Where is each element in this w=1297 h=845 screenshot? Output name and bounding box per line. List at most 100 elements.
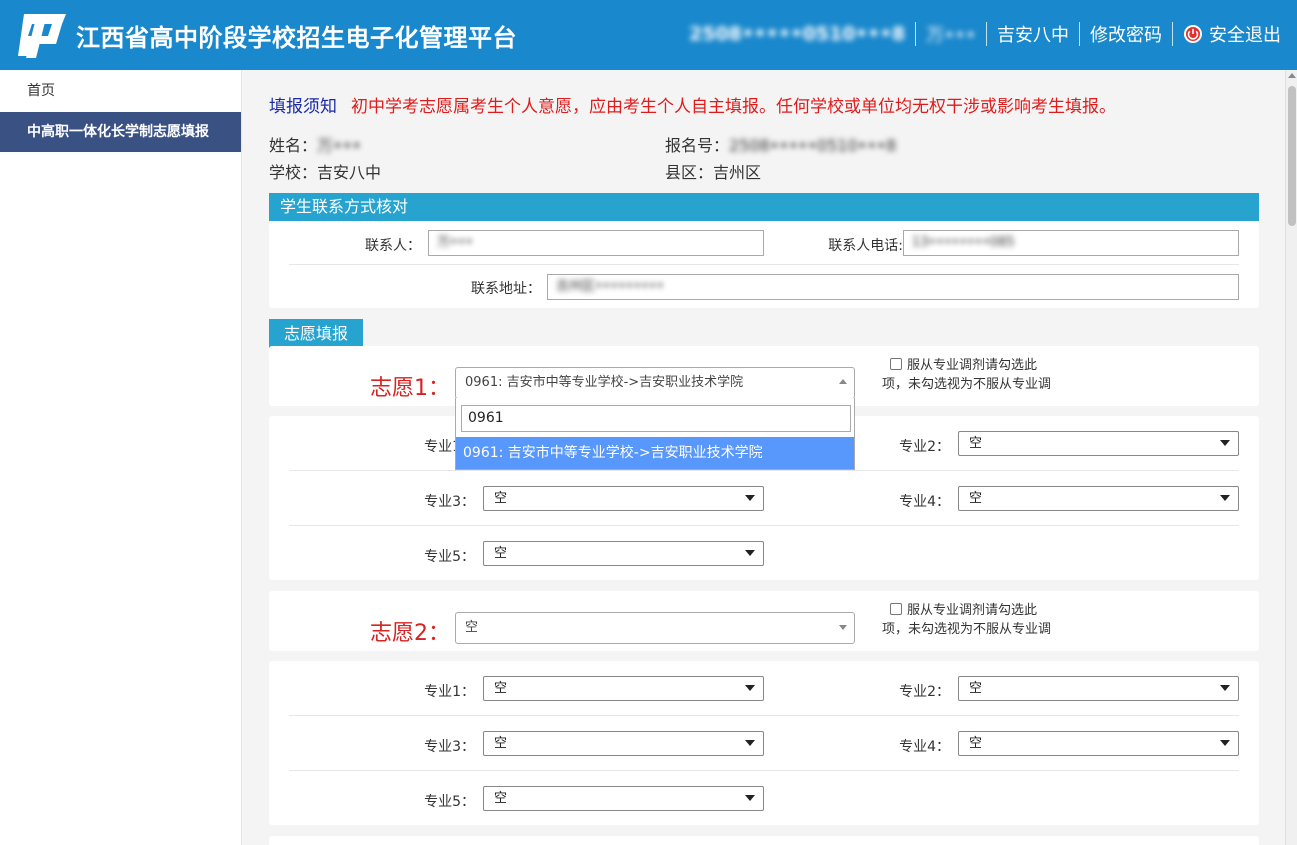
caret-down-icon bbox=[1220, 740, 1230, 746]
choice-2-major-5-label: 专业5： bbox=[424, 794, 475, 810]
caret-down-icon bbox=[745, 495, 755, 501]
choice-1-major-3-value: 空 bbox=[494, 491, 508, 506]
choice-2-major-5-value: 空 bbox=[494, 791, 508, 806]
contact-phone-value: 13••••••••085 bbox=[912, 235, 1015, 250]
choice-2-obey-checkbox[interactable] bbox=[890, 603, 902, 615]
header-user-id: 2508•••••0510•••8 bbox=[689, 23, 906, 45]
row-divider bbox=[289, 525, 1239, 526]
choice-2-major-2-label: 专业2： bbox=[899, 684, 950, 700]
sidebar-item-home[interactable]: 首页 bbox=[0, 71, 241, 111]
student-name-label: 姓名： bbox=[269, 136, 318, 155]
caret-down-icon bbox=[745, 550, 755, 556]
header-divider bbox=[986, 22, 987, 46]
header-divider bbox=[1079, 22, 1080, 46]
notice-text: 初中学考志愿属考生个人意愿，应由考生个人自主填报。任何学校或单位均无权干涉或影响… bbox=[351, 97, 1116, 117]
choice-1-major-2-label: 专业2： bbox=[899, 439, 950, 455]
student-school-label: 学校： bbox=[269, 163, 318, 182]
reg-number-value: 2508•••••0510•••8 bbox=[729, 136, 897, 155]
row-divider bbox=[289, 715, 1239, 716]
contact-person-label: 联系人： bbox=[365, 238, 421, 254]
choice-1-major-5-value: 空 bbox=[494, 546, 508, 561]
dropdown-search-input[interactable]: 0961 bbox=[461, 405, 851, 432]
choice-2-major-3-value: 空 bbox=[494, 736, 508, 751]
sidebar-item-volunteer[interactable]: 中高职一体化长学制志愿填报 bbox=[0, 112, 241, 152]
dropdown-option-highlighted[interactable]: 0961: 吉安市中等专业学校->吉安职业技术学院 bbox=[456, 437, 854, 469]
caret-down-icon bbox=[1220, 685, 1230, 691]
choice-2-majors-card: 专业1： 空 专业2： 空 专业3： 空 专业4： 空 专业5： 空 bbox=[269, 661, 1259, 825]
choice-2-major-1-value: 空 bbox=[494, 681, 508, 696]
student-county-label: 县区： bbox=[665, 163, 714, 182]
contact-phone-input[interactable]: 13••••••••085 bbox=[903, 230, 1239, 256]
top-header: 江西省高中阶段学校招生电子化管理平台 2508•••••0510•••8 万••… bbox=[0, 0, 1297, 70]
choice-1-major-3-select[interactable]: 空 bbox=[483, 486, 764, 511]
choice-1-dropdown: 0961 0961: 吉安市中等专业学校->吉安职业技术学院 bbox=[455, 398, 855, 470]
choice-2-major-4-label: 专业4： bbox=[899, 739, 950, 755]
logout-button[interactable]: 安全退出 bbox=[1183, 21, 1281, 47]
choice-3-card bbox=[269, 836, 1259, 845]
contact-card: 联系人： 万••• 联系人电话: 13••••••••085 联系地址： 吉州区… bbox=[269, 221, 1259, 308]
choice-1-major-2-select[interactable]: 空 bbox=[958, 431, 1239, 456]
choice-1-label: 志愿1： bbox=[370, 376, 450, 401]
choice-1-card: 志愿1： 0961: 吉安市中等专业学校->吉安职业技术学院 服从专业调剂请勾选… bbox=[269, 346, 1259, 406]
caret-down-icon bbox=[1220, 440, 1230, 446]
volunteer-section-title: 志愿填报 bbox=[269, 319, 363, 349]
choice-2-major-1-label: 专业1： bbox=[424, 684, 475, 700]
contact-address-label: 联系地址： bbox=[471, 281, 541, 297]
caret-down-icon bbox=[1220, 495, 1230, 501]
choice-1-obey: 服从专业调剂请勾选此项，未勾选视为不服从专业调剂 bbox=[882, 356, 1057, 396]
contact-address-input[interactable]: 吉州区••••••••• bbox=[547, 274, 1239, 300]
choice-1-major-5-select[interactable]: 空 bbox=[483, 541, 764, 566]
scroll-up-icon[interactable] bbox=[1288, 73, 1296, 78]
scroll-thumb[interactable] bbox=[1288, 86, 1296, 226]
choice-1-major-4-select[interactable]: 空 bbox=[958, 486, 1239, 511]
choice-2-major-2-value: 空 bbox=[969, 681, 983, 696]
sidebar: 首页 中高职一体化长学制志愿填报 bbox=[0, 70, 242, 845]
header-school: 吉安八中 bbox=[997, 25, 1069, 46]
choice-2-major-3-select[interactable]: 空 bbox=[483, 731, 764, 756]
choice-2-major-5-select[interactable]: 空 bbox=[483, 786, 764, 811]
choice-2-obey-text: 服从专业调剂请勾选此项，未勾选视为不服从专业调剂 bbox=[882, 603, 1052, 637]
choice-1-obey-checkbox[interactable] bbox=[890, 358, 902, 370]
choice-2-card: 志愿2： 空 服从专业调剂请勾选此项，未勾选视为不服从专业调剂 bbox=[269, 591, 1259, 651]
caret-down-icon bbox=[745, 795, 755, 801]
choice-2-label: 志愿2： bbox=[370, 621, 450, 646]
header-divider bbox=[915, 22, 917, 46]
row-divider bbox=[289, 770, 1239, 771]
change-password-link[interactable]: 修改密码 bbox=[1090, 21, 1162, 47]
choice-1-major-4-value: 空 bbox=[969, 491, 983, 506]
choice-2-obey: 服从专业调剂请勾选此项，未勾选视为不服从专业调剂 bbox=[882, 601, 1057, 641]
caret-down-icon bbox=[839, 625, 847, 630]
logout-label: 安全退出 bbox=[1209, 25, 1281, 46]
header-user-name: 万••• bbox=[926, 25, 976, 46]
choice-1-major-5-label: 专业5： bbox=[424, 549, 475, 565]
power-off-icon bbox=[1184, 25, 1202, 43]
page-scrollbar[interactable] bbox=[1285, 70, 1297, 845]
choice-2-major-1-select[interactable]: 空 bbox=[483, 676, 764, 701]
choice-1-obey-text: 服从专业调剂请勾选此项，未勾选视为不服从专业调剂 bbox=[882, 358, 1052, 392]
header-divider bbox=[1172, 22, 1173, 46]
student-school-value: 吉安八中 bbox=[317, 163, 382, 182]
student-school: 学校：吉安八中 bbox=[269, 159, 381, 183]
contact-phone-label: 联系人电话: bbox=[828, 238, 903, 254]
choice-2-select[interactable]: 空 bbox=[455, 612, 855, 644]
student-county-value: 吉州区 bbox=[713, 163, 762, 182]
choice-1-select[interactable]: 0961: 吉安市中等专业学校->吉安职业技术学院 bbox=[455, 367, 855, 399]
row-divider bbox=[289, 264, 1239, 265]
reg-number: 报名号：2508•••••0510•••8 bbox=[665, 132, 896, 156]
choice-1-major-4-label: 专业4： bbox=[899, 494, 950, 510]
site-title: 江西省高中阶段学校招生电子化管理平台 bbox=[76, 24, 517, 52]
student-name-value: 万••• bbox=[317, 136, 362, 155]
contact-section-title: 学生联系方式核对 bbox=[269, 193, 1259, 221]
choice-2-value: 空 bbox=[465, 620, 479, 635]
reg-number-label: 报名号： bbox=[665, 136, 730, 155]
choice-1-major-2-value: 空 bbox=[969, 436, 983, 451]
student-county: 县区：吉州区 bbox=[665, 159, 761, 183]
header-user-bar: 2508•••••0510•••8 万••• 吉安八中 修改密码 安全退出 bbox=[689, 20, 1281, 48]
contact-person-input[interactable]: 万••• bbox=[428, 230, 764, 256]
main-content: 填报须知 初中学考志愿属考生个人意愿，应由考生个人自主填报。任何学校或单位均无权干… bbox=[242, 70, 1285, 845]
row-divider bbox=[289, 470, 1239, 471]
choice-2-major-4-select[interactable]: 空 bbox=[958, 731, 1239, 756]
choice-2-major-4-value: 空 bbox=[969, 736, 983, 751]
choice-2-major-2-select[interactable]: 空 bbox=[958, 676, 1239, 701]
choice-2-major-3-label: 专业3： bbox=[424, 739, 475, 755]
